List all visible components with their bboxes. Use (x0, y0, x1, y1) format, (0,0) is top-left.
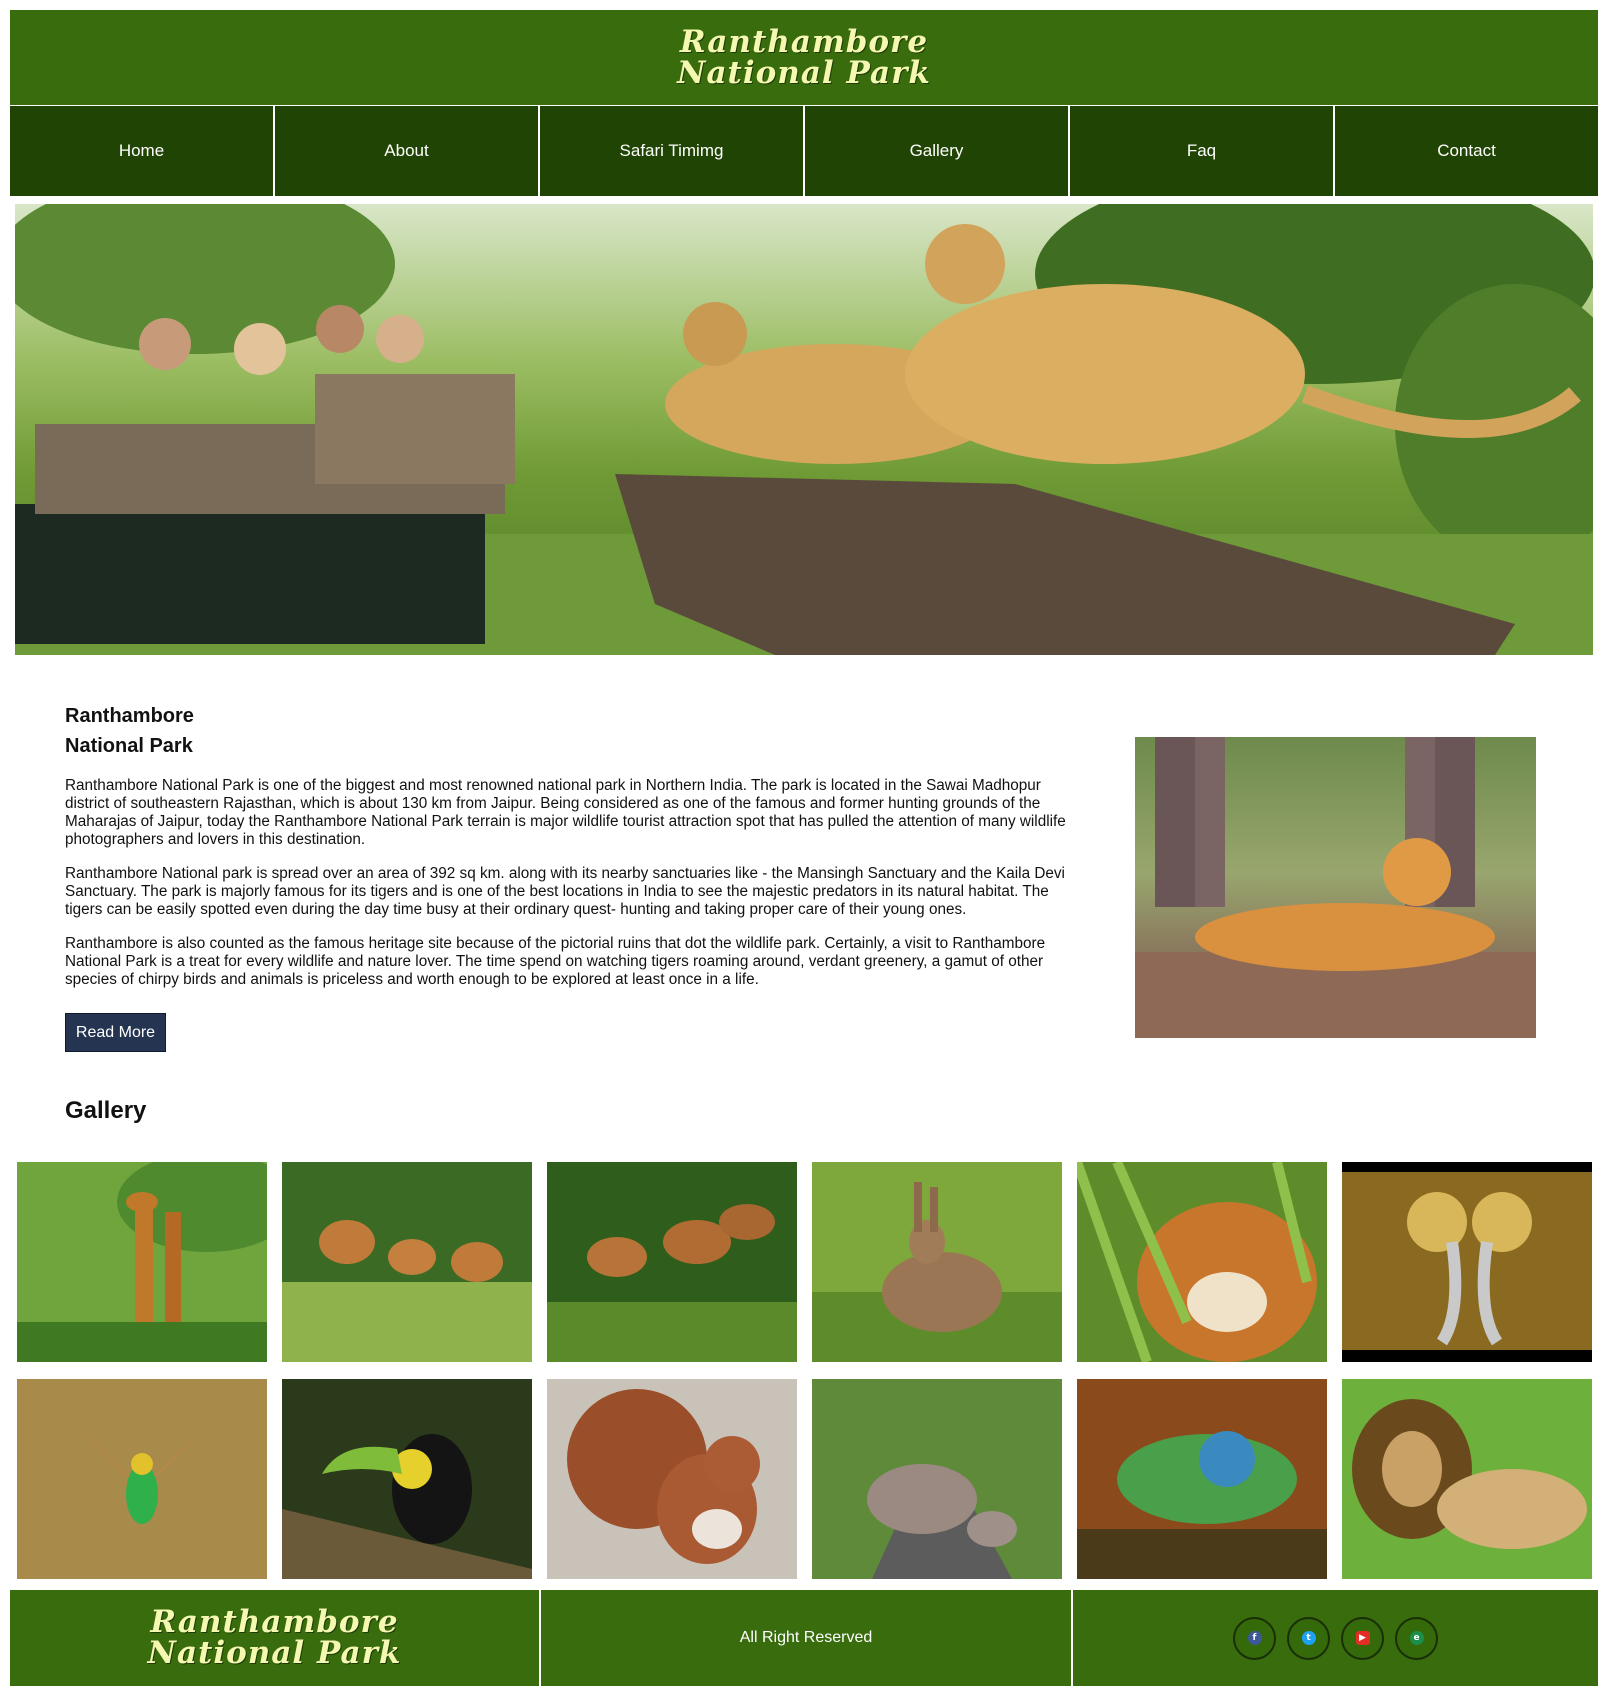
gallery-grid (17, 1162, 1593, 1580)
about-paragraph-1: Ranthambore National Park is one of the … (65, 777, 1066, 848)
gallery-image-toucan[interactable] (282, 1379, 532, 1579)
site-footer: Ranthambore National Park All Right Rese… (10, 1590, 1598, 1686)
about-title-line-1: Ranthambore (65, 705, 194, 727)
nav-gallery[interactable]: Gallery (805, 106, 1068, 196)
gallery-image-elephants[interactable] (812, 1379, 1062, 1579)
gallery-image-tiger[interactable] (1077, 1162, 1327, 1362)
about-paragraph-2: Ranthambore National park is spread over… (65, 865, 1065, 918)
nav-safari-timing[interactable]: Safari Timimg (540, 106, 803, 196)
about-paragraph-3: Ranthambore is also counted as the famou… (65, 935, 1046, 988)
logo-line-1: Ranthambore (679, 23, 929, 60)
nav-home[interactable]: Home (10, 106, 273, 196)
gallery-image-deer[interactable] (282, 1162, 532, 1362)
logo-line-2: National Park (677, 54, 931, 91)
gallery-image-lion[interactable] (1342, 1379, 1592, 1579)
nav-faq[interactable]: Faq (1070, 106, 1333, 196)
youtube-icon[interactable]: ▶ (1341, 1616, 1384, 1660)
hero-banner-image (15, 204, 1593, 655)
facebook-glyph: f (1247, 1631, 1262, 1645)
gallery-image-iguana[interactable] (1077, 1379, 1327, 1579)
site-header: Ranthambore National Park (10, 10, 1598, 105)
main-nav: Home About Safari Timimg Gallery Faq Con… (10, 106, 1598, 196)
about-title-line-2: National Park (65, 735, 193, 757)
about-text: Ranthambore National Park is one of the … (65, 777, 1075, 1005)
nav-about[interactable]: About (275, 106, 538, 196)
facebook-icon[interactable]: f (1233, 1616, 1276, 1660)
footer-logo-cell: Ranthambore National Park (10, 1590, 539, 1686)
twitter-glyph: t (1301, 1631, 1316, 1645)
gallery-image-squirrel[interactable] (547, 1379, 797, 1579)
tiger-photo (1135, 737, 1536, 1038)
youtube-glyph: ▶ (1355, 1631, 1370, 1645)
site-logo[interactable]: Ranthambore National Park (677, 23, 931, 91)
footer-social: f t ▶ e (1073, 1590, 1598, 1686)
twitter-icon[interactable]: t (1287, 1616, 1330, 1660)
gallery-image-giraffes[interactable] (17, 1162, 267, 1362)
google-glyph: e (1409, 1631, 1424, 1645)
gallery-title: Gallery (65, 1097, 147, 1124)
gallery-image-bee-eater[interactable] (17, 1379, 267, 1579)
nav-contact[interactable]: Contact (1335, 106, 1598, 196)
footer-logo-line-1: Ranthambore (150, 1604, 399, 1640)
read-more-button[interactable]: Read More (65, 1013, 166, 1052)
google-icon[interactable]: e (1395, 1616, 1438, 1660)
footer-logo-line-2: National Park (147, 1635, 402, 1671)
footer-logo[interactable]: Ranthambore National Park (148, 1607, 402, 1669)
gallery-image-crowned-cranes[interactable] (1342, 1162, 1592, 1362)
footer-copyright: All Right Reserved (541, 1590, 1071, 1686)
gallery-image-hare[interactable] (812, 1162, 1062, 1362)
gallery-image-spotted-deer[interactable] (547, 1162, 797, 1362)
